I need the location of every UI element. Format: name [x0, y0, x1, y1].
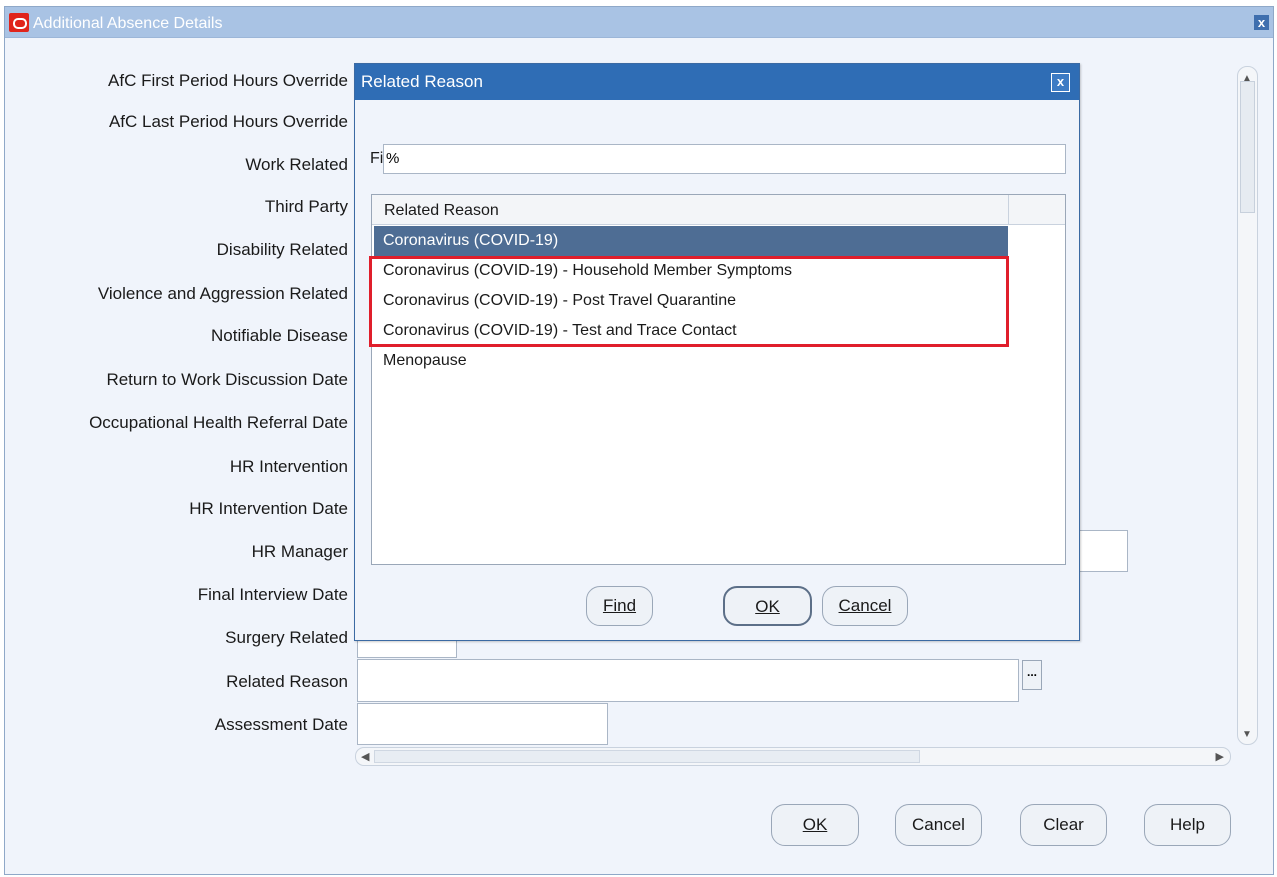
- clear-button-label: Clear: [1043, 815, 1084, 834]
- dialog-ok-button-label: OK: [755, 597, 780, 616]
- list-item[interactable]: Coronavirus (COVID-19) - Household Membe…: [374, 256, 1008, 286]
- label-notifiable-disease: Notifiable Disease: [210, 326, 348, 345]
- label-final-interview-date: Final Interview Date: [197, 585, 348, 604]
- horizontal-scroll-thumb[interactable]: [374, 750, 920, 763]
- related-reason-lov-button[interactable]: ...: [1022, 660, 1042, 690]
- window-title: Additional Absence Details: [33, 15, 223, 32]
- dialog-ok-button[interactable]: OK: [723, 586, 812, 626]
- list-item[interactable]: Menopause: [374, 346, 1008, 376]
- hr-manager-field[interactable]: [1078, 530, 1128, 572]
- ok-button-label: OK: [802, 815, 828, 834]
- label-afc-last-period-hours: AfC Last Period Hours Override: [108, 112, 348, 131]
- scroll-right-icon[interactable]: ▶: [1216, 750, 1224, 763]
- ok-button[interactable]: OK: [771, 804, 859, 846]
- horizontal-scrollbar[interactable]: ◀ ▶: [355, 747, 1231, 766]
- dialog-cancel-button-label: Cancel: [838, 596, 892, 615]
- scroll-down-icon[interactable]: ▼: [1242, 729, 1252, 740]
- label-surgery-related: Surgery Related: [225, 628, 348, 647]
- label-hr-manager: HR Manager: [251, 542, 348, 561]
- vertical-scroll-thumb[interactable]: [1240, 81, 1255, 213]
- find-input[interactable]: %: [383, 144, 1066, 174]
- label-violence-aggression: Violence and Aggression Related: [97, 284, 348, 303]
- list-header: Related Reason: [372, 195, 1065, 225]
- dialog-title: Related Reason: [355, 64, 1079, 100]
- label-assessment-date: Assessment Date: [214, 715, 348, 734]
- list-item[interactable]: Coronavirus (COVID-19) - Post Travel Qua…: [374, 286, 1008, 316]
- oracle-logo-icon: [9, 13, 29, 32]
- scroll-left-icon[interactable]: ◀: [361, 750, 369, 763]
- clear-button[interactable]: Clear: [1020, 804, 1107, 846]
- cancel-button-label: Cancel: [912, 815, 965, 834]
- label-third-party: Third Party: [264, 197, 348, 216]
- list-item[interactable]: Coronavirus (COVID-19): [374, 226, 1008, 256]
- label-disability-related: Disability Related: [216, 240, 348, 259]
- label-afc-first-period-hours: AfC First Period Hours Override: [108, 71, 348, 90]
- vertical-scrollbar[interactable]: ▲ ▼: [1237, 66, 1258, 745]
- close-icon[interactable]: x: [1254, 15, 1269, 30]
- related-reason-field[interactable]: [357, 659, 1019, 702]
- label-occupational-health-date: Occupational Health Referral Date: [89, 413, 348, 432]
- help-button[interactable]: Help: [1144, 804, 1231, 846]
- label-hr-intervention-date: HR Intervention Date: [189, 499, 348, 518]
- column-separator: [1008, 195, 1009, 225]
- help-button-label: Help: [1170, 815, 1205, 834]
- label-return-to-work-date: Return to Work Discussion Date: [106, 370, 348, 389]
- related-reason-list: Related Reason Coronavirus (COVID-19) Co…: [371, 194, 1066, 565]
- assessment-date-field[interactable]: [357, 703, 608, 745]
- label-related-reason: Related Reason: [226, 672, 348, 691]
- list-item[interactable]: Coronavirus (COVID-19) - Test and Trace …: [374, 316, 1008, 346]
- column-header-related-reason: Related Reason: [384, 202, 499, 219]
- dialog-cancel-button[interactable]: Cancel: [822, 586, 908, 626]
- label-hr-intervention: HR Intervention: [229, 457, 348, 476]
- label-work-related: Work Related: [245, 155, 348, 174]
- window-titlebar: Additional Absence Details x: [5, 7, 1273, 38]
- dialog-find-button[interactable]: Find: [586, 586, 653, 626]
- related-reason-dialog: Related Reason x Find % Related Reason C…: [354, 63, 1080, 641]
- dialog-close-icon[interactable]: x: [1051, 73, 1070, 92]
- dialog-find-button-label: Find: [602, 596, 637, 615]
- cancel-button[interactable]: Cancel: [895, 804, 982, 846]
